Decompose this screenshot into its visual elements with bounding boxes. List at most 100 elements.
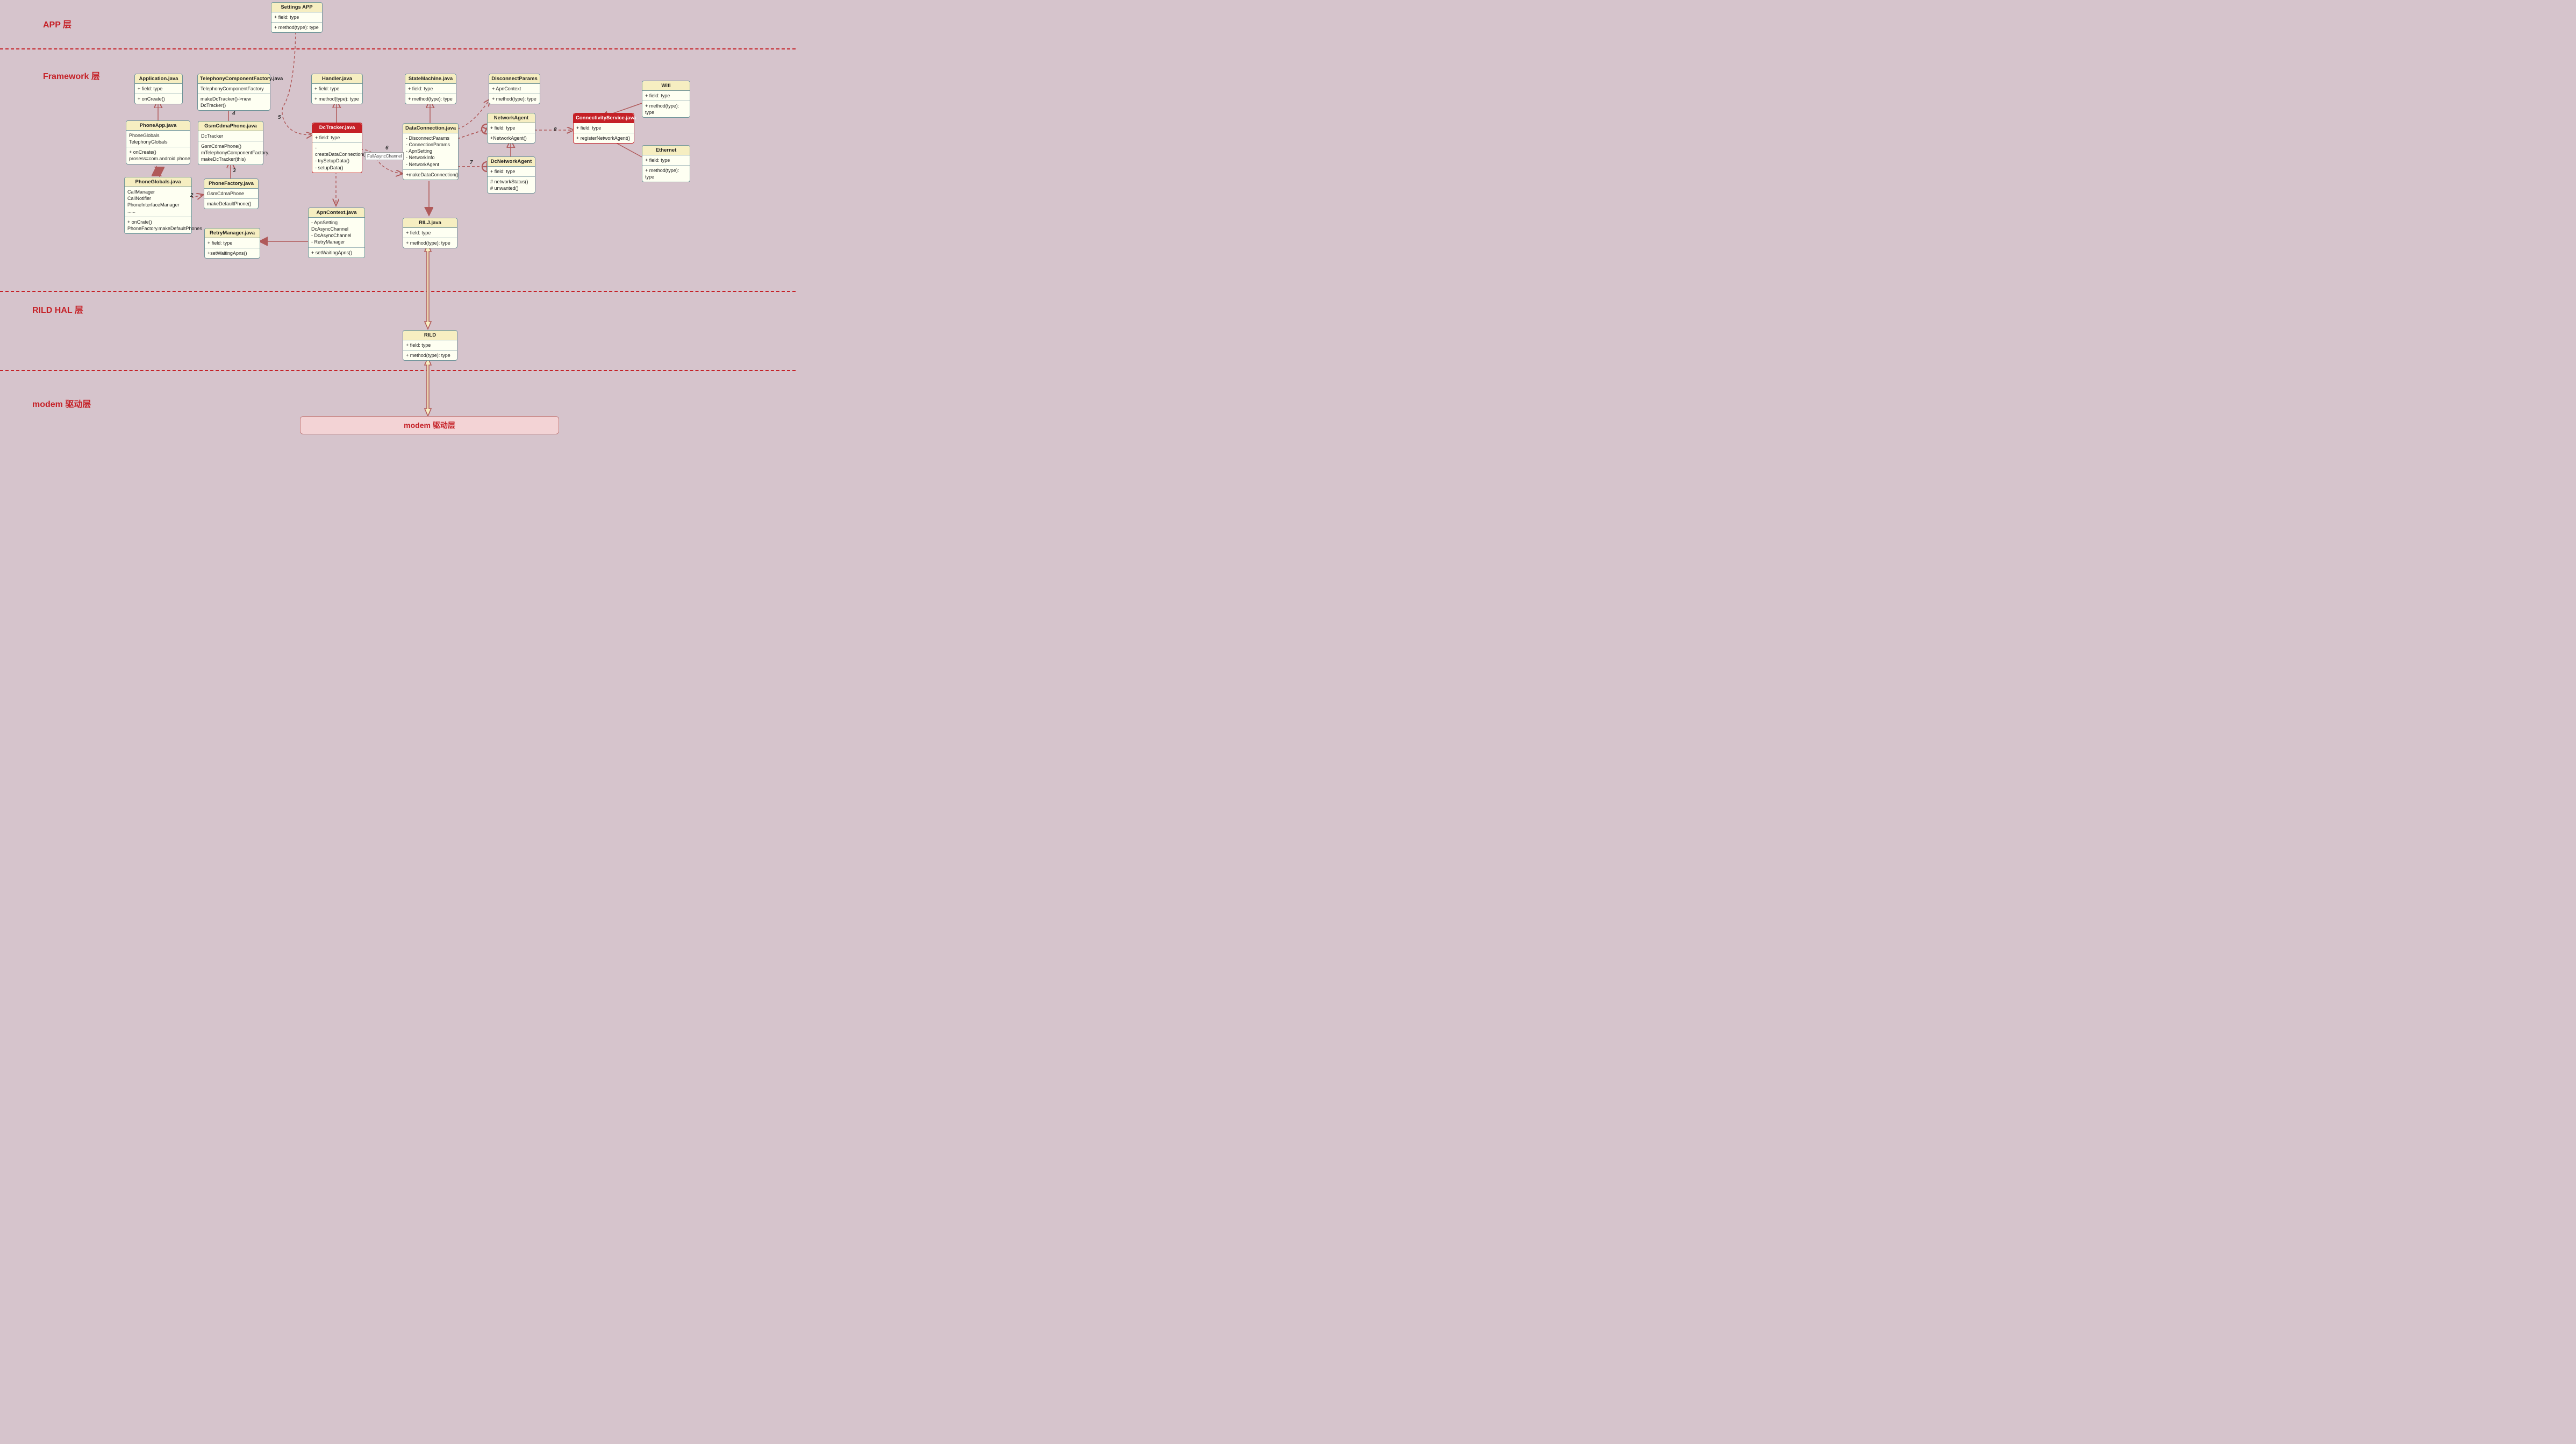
seq-8: 8	[554, 127, 557, 133]
class-ethernet: Ethernet + field: type + method(type): t…	[642, 145, 690, 182]
class-methods: + method(type): type	[489, 94, 540, 104]
class-fields: + field: type	[271, 12, 322, 23]
divider-3	[0, 370, 796, 371]
class-methods: + method(type): type	[403, 351, 457, 360]
class-telephony-component-factory: TelephonyComponentFactory.java Telephony…	[197, 74, 270, 111]
layer-label-framework: Framework 层	[43, 69, 100, 82]
class-methods: - createDataConnection() - trySetupData(…	[312, 143, 362, 173]
seq-2: 2	[190, 192, 194, 198]
class-methods: + registerNetworkAgent()	[574, 133, 634, 143]
class-fields: PhoneGlobals TelephonyGlobals	[126, 131, 190, 147]
class-methods: + onCreate() prosess=com.android.phone	[126, 147, 190, 163]
class-title: NetworkAgent	[488, 113, 535, 123]
class-fields: + field: type	[135, 84, 182, 94]
class-methods: makeDefaultPhone()	[204, 199, 258, 209]
class-title: Settings APP	[271, 3, 322, 12]
class-fields: + field: type	[488, 123, 535, 133]
class-fields: - DisconnectParams - ConnectionParams - …	[403, 133, 458, 170]
class-fields: CallManager CallNotifier PhoneInterfaceM…	[125, 187, 191, 217]
class-fields: + field: type	[312, 84, 362, 94]
class-methods: makeDcTracker()->new DcTracker()	[198, 94, 270, 110]
class-methods: + onCrate() PhoneFactory.makeDefaultPhon…	[125, 217, 191, 233]
class-methods: + onCreate()	[135, 94, 182, 104]
class-methods: # networkStatus() # unwanted()	[488, 177, 535, 193]
class-fields: DcTracker	[198, 131, 263, 141]
class-rilj: RILJ.java + field: type + method(type): …	[403, 218, 457, 248]
class-title: DcTracker.java	[312, 123, 362, 133]
class-methods: +NetworkAgent()	[488, 133, 535, 143]
class-title: StateMachine.java	[405, 74, 456, 84]
class-rild: RILD + field: type + method(type): type	[403, 330, 457, 361]
class-fields: + field: type	[642, 155, 690, 166]
class-methods: +setWaitingApns()	[205, 248, 260, 258]
class-fields: TelephonyComponentFactory	[198, 84, 270, 94]
seq-4: 4	[232, 111, 235, 117]
class-title: PhoneFactory.java	[204, 179, 258, 189]
class-methods: GsmCdmaPhone() mTelephonyComponentFactor…	[198, 141, 263, 164]
class-state-machine: StateMachine.java + field: type + method…	[405, 74, 456, 104]
seq-6: 6	[385, 145, 389, 151]
class-phone-app: PhoneApp.java PhoneGlobals TelephonyGlob…	[126, 120, 190, 165]
class-methods: + method(type): type	[642, 101, 690, 117]
seq-3: 3	[233, 168, 236, 174]
class-phone-globals: PhoneGlobals.java CallManager CallNotifi…	[124, 177, 192, 234]
class-fields: GsmCdmaPhone	[204, 189, 258, 199]
class-methods: + setWaitingApns()	[309, 248, 364, 258]
class-phone-factory: PhoneFactory.java GsmCdmaPhone makeDefau…	[204, 178, 259, 209]
class-dc-tracker: DcTracker.java + field: type - createDat…	[312, 123, 362, 173]
class-disconnect-params: DisconnectParams + ApnContext + method(t…	[489, 74, 540, 104]
class-methods: + method(type): type	[405, 94, 456, 104]
seq-5: 5	[278, 115, 281, 120]
class-apn-context: ApnContext.java - ApnSetting DcAsyncChan…	[308, 208, 365, 258]
class-methods: +makeDataConnection()	[403, 170, 458, 180]
class-title: PhoneApp.java	[126, 121, 190, 131]
class-fields: + field: type	[405, 84, 456, 94]
edges	[0, 0, 796, 439]
class-dc-network-agent: DcNetworkAgent + field: type # networkSt…	[487, 156, 535, 194]
divider-1	[0, 48, 796, 49]
layer-label-rild: RILD HAL 层	[32, 303, 83, 316]
layer-label-modem: modem 驱动层	[32, 397, 91, 410]
class-title: RILJ.java	[403, 218, 457, 228]
class-title: ConnectivityService.java	[574, 113, 634, 123]
class-methods: + method(type): type	[312, 94, 362, 104]
class-title: DcNetworkAgent	[488, 157, 535, 167]
class-retry-manager: RetryManager.java + field: type +setWait…	[204, 228, 260, 259]
diagram-stage: APP 层 Framework 层 RILD HAL 层 modem 驱动层	[0, 0, 796, 439]
class-title: GsmCdmaPhone.java	[198, 121, 263, 131]
class-methods: + method(type): type	[642, 166, 690, 182]
class-handler: Handler.java + field: type + method(type…	[311, 74, 363, 104]
class-title: ApnContext.java	[309, 208, 364, 218]
annotation-full-async-channel: FullAsyncChannel	[365, 152, 404, 160]
seq-7: 7	[470, 160, 473, 166]
class-fields: + field: type	[205, 238, 260, 248]
modem-driver-label: modem 驱动层	[404, 420, 455, 431]
class-fields: + field: type	[403, 340, 457, 351]
class-connectivity-service: ConnectivityService.java + field: type +…	[573, 113, 634, 144]
divider-2	[0, 291, 796, 292]
class-fields: + field: type	[403, 228, 457, 238]
class-title: RILD	[403, 331, 457, 340]
class-title: Ethernet	[642, 146, 690, 155]
modem-driver-box: modem 驱动层	[300, 416, 559, 434]
class-fields: + field: type	[312, 133, 362, 143]
class-settings-app: Settings APP + field: type + method(type…	[271, 2, 323, 33]
class-data-connection: DataConnection.java - DisconnectParams -…	[403, 123, 459, 180]
class-gsm-cdma-phone: GsmCdmaPhone.java DcTracker GsmCdmaPhone…	[198, 121, 263, 165]
class-title: Wifi	[642, 81, 690, 91]
class-fields: + field: type	[488, 167, 535, 177]
class-network-agent: NetworkAgent + field: type +NetworkAgent…	[487, 113, 535, 144]
class-fields: + field: type	[574, 123, 634, 133]
class-application: Application.java + field: type + onCreat…	[134, 74, 183, 104]
class-wifi: Wifi + field: type + method(type): type	[642, 81, 690, 118]
class-title: TelephonyComponentFactory.java	[198, 74, 270, 84]
class-title: RetryManager.java	[205, 228, 260, 238]
class-title: DisconnectParams	[489, 74, 540, 84]
class-fields: - ApnSetting DcAsyncChannel - DcAsyncCha…	[309, 218, 364, 248]
layer-label-app: APP 层	[43, 17, 71, 30]
class-title: Application.java	[135, 74, 182, 84]
class-fields: + field: type	[642, 91, 690, 101]
class-fields: + ApnContext	[489, 84, 540, 94]
class-title: DataConnection.java	[403, 124, 458, 133]
class-title: PhoneGlobals.java	[125, 177, 191, 187]
